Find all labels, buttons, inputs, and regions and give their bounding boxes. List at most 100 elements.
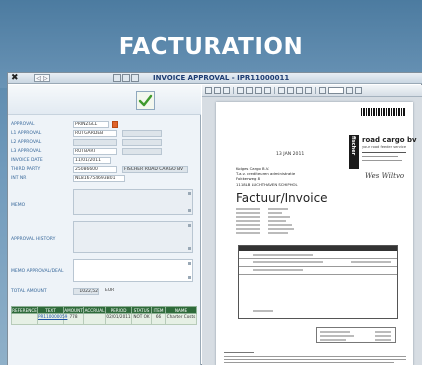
invoice-approval-window: ✖ ◁ ▷ INVOICE APPROVAL - IPR11000011 APP… [7, 72, 422, 365]
scroll-up-icon[interactable] [188, 262, 191, 265]
scroll-down-icon[interactable] [188, 276, 191, 279]
approval-history-textarea[interactable] [73, 221, 193, 253]
banner-title: FACTURATION [118, 34, 304, 60]
help-icon[interactable] [355, 87, 362, 94]
detail-line [268, 232, 288, 234]
int-nr-label: INT NR [11, 176, 27, 181]
total-amount-label: TOTAL AMOUNT [11, 289, 47, 294]
field-third-party: THIRD PARTY 25086600 FISCHER ROAD CARGO … [8, 166, 201, 174]
flag-icon[interactable] [112, 121, 118, 128]
scroll-up-icon[interactable] [188, 224, 191, 227]
zoom-in-icon[interactable] [237, 87, 244, 94]
printed-row-line [239, 266, 397, 267]
printed-text-line [253, 261, 323, 263]
printed-text-line [253, 310, 273, 312]
col-item[interactable]: ITEM [151, 306, 166, 314]
footer-line [224, 356, 406, 357]
third-party-input[interactable]: 25086600 [73, 166, 117, 173]
l1-approval-input[interactable]: RUTGARDEB [73, 130, 117, 137]
scroll-up-icon[interactable] [188, 192, 191, 195]
brand-name: road cargo bv [362, 136, 417, 144]
approve-button[interactable] [136, 91, 155, 110]
invoice-date-label: INVOICE DATE [11, 158, 43, 163]
fit-page-icon[interactable] [255, 87, 262, 94]
form-header [8, 85, 201, 115]
toolbar-divider [233, 87, 234, 94]
toolbar-divider [274, 87, 275, 94]
cell-status: NOT OK [131, 313, 152, 325]
printed-text-line [253, 254, 313, 256]
cell-period: 02/01/2011 [105, 313, 132, 325]
total-amount-input: 1022,52 [73, 288, 99, 295]
l3-approval-extra [122, 148, 162, 155]
next-page-icon[interactable] [296, 87, 303, 94]
approval-input[interactable]: PRINZGLL [73, 121, 109, 128]
cell-name: Charter Costs [165, 313, 197, 325]
save-icon[interactable] [214, 87, 221, 94]
memo-textarea[interactable] [73, 189, 193, 215]
col-name[interactable]: NAME [165, 306, 197, 314]
field-l3-approval: L3 APPROVAL RUTBART [8, 148, 201, 156]
search-icon[interactable] [346, 87, 353, 94]
totals-box [316, 327, 396, 343]
detail-line [268, 228, 294, 230]
scroll-down-icon[interactable] [188, 209, 191, 212]
cell-item: 66 [151, 313, 166, 325]
approval-label: APPROVAL [11, 122, 35, 127]
detail-line [236, 212, 260, 214]
detail-line [236, 216, 260, 218]
scroll-down-icon[interactable] [188, 247, 191, 250]
zoom-out-icon[interactable] [246, 87, 253, 94]
l2-approval-input[interactable] [73, 139, 117, 146]
window-title: INVOICE APPROVAL - IPR11000011 [153, 74, 290, 82]
close-icon[interactable]: ✖ [11, 73, 19, 83]
viewer-toolbar [202, 85, 422, 97]
currency-label: EUR [105, 288, 115, 293]
rotate-icon[interactable] [319, 87, 326, 94]
checkmark-icon [138, 94, 153, 107]
int-nr-input[interactable]: NL816754693B01 [73, 175, 125, 182]
col-period[interactable]: PERIOD [105, 306, 132, 314]
table-row[interactable]: PR110000059 778 02/01/2011 NOT OK 66 Cha… [11, 313, 197, 325]
last-page-icon[interactable] [305, 87, 312, 94]
third-party-name: FISCHER ROAD CARGO BV [122, 166, 188, 173]
address-line-3: Fokkerweg 8 [236, 176, 261, 181]
copy-icon[interactable] [113, 74, 121, 82]
save-icon[interactable] [122, 74, 130, 82]
detail-line [236, 220, 260, 222]
detail-line [268, 224, 292, 226]
printed-text-line [253, 269, 303, 271]
brand-divider [362, 152, 406, 153]
invoice-date-input[interactable]: 11/01/2011 [73, 157, 111, 164]
window-titlebar: ✖ ◁ ▷ INVOICE APPROVAL - IPR11000011 [8, 73, 422, 84]
zoom-select[interactable] [328, 87, 344, 94]
col-text[interactable]: TEXT [37, 306, 64, 314]
l3-approval-input[interactable]: RUTBART [73, 148, 117, 155]
col-accrual[interactable]: ACCRUAL [83, 306, 106, 314]
cell-reference [11, 313, 38, 325]
email-icon[interactable] [223, 87, 230, 94]
l2-approval-label: L2 APPROVAL [11, 140, 42, 145]
signature: Wes Wiltvo [365, 172, 405, 180]
cell-text-link[interactable]: PR110000059 [37, 313, 67, 325]
prev-page-icon[interactable] [287, 87, 294, 94]
print-icon[interactable] [205, 87, 212, 94]
invoice-lines-table: REFERENCE TEXT AMOUNT ACCRUAL PERIOD STA… [11, 306, 197, 325]
first-page-icon[interactable] [278, 87, 285, 94]
footer-line [224, 362, 394, 363]
col-status[interactable]: STATUS [131, 306, 152, 314]
field-approval: APPROVAL PRINZGLL [8, 121, 201, 129]
memo-approval-textarea[interactable] [73, 259, 193, 282]
brand-tagline: your road feeder service [362, 145, 407, 149]
toolbar-divider [315, 87, 316, 94]
invoice-lines-printed [238, 245, 398, 319]
total-line [375, 339, 391, 341]
detail-line [268, 208, 288, 210]
l3-approval-label: L3 APPROVAL [11, 149, 42, 154]
table-header-row: REFERENCE TEXT AMOUNT ACCRUAL PERIOD STA… [11, 306, 197, 314]
print-icon[interactable] [131, 74, 139, 82]
col-amount[interactable]: AMOUNT [63, 306, 84, 314]
nav-arrows-button[interactable]: ◁ ▷ [34, 74, 50, 82]
col-reference[interactable]: REFERENCE [11, 306, 38, 314]
fit-width-icon[interactable] [264, 87, 271, 94]
